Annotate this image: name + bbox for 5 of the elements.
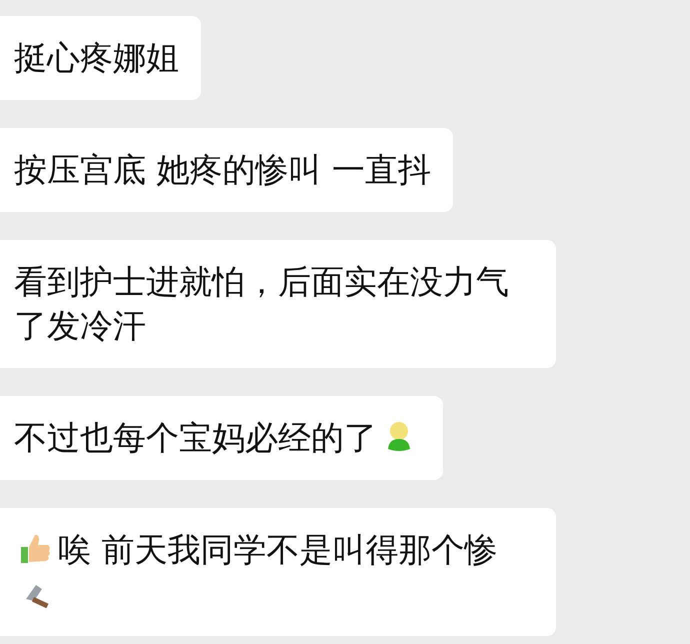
message-text: 唉 前天我同学不是叫得那个惨 — [58, 530, 498, 569]
message-text: 按压宫底 她疼的惨叫 一直抖 — [14, 150, 431, 189]
message-text: 看到护士进就怕，后面实在没力气了发冷汗 — [14, 262, 509, 345]
message-text: 挺心疼娜姐 — [14, 38, 179, 77]
message-text: 不过也每个宝妈必经的了 — [14, 418, 377, 457]
